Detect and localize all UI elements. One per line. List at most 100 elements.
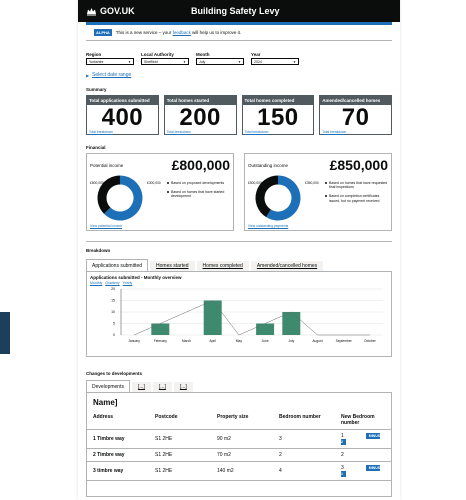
tab-homes-started[interactable]: Homes started (150, 261, 195, 271)
card-value: 400 (101, 104, 144, 131)
service-name[interactable]: Building Safety Levy (191, 6, 280, 16)
filter-month: Month July ▼ (196, 52, 244, 65)
bullet-icon (167, 182, 169, 184)
financial-title: Financial (86, 145, 106, 150)
x-tick-label: February (154, 339, 168, 343)
table-row: 1 Timbre way S1 2HE 90 m2 3 1 MINUS 2 (87, 429, 391, 449)
phase-tag: ALPHA (94, 29, 112, 36)
select-value: July (199, 59, 206, 64)
cell-postcode: S1 2HE (149, 461, 211, 481)
table-title: Name] (93, 398, 118, 407)
left-edge-strip (0, 0, 13, 500)
monthly-bar-chart: 0 5 10 15 20 January February March April May June… (111, 287, 383, 343)
tab-amended-cancelled-homes[interactable]: Amended/cancelled homes (250, 261, 324, 271)
legend-item: Based on completion certificates issued,… (325, 194, 391, 203)
developments-panel: Name] Address Postcode Property size Bed… (86, 392, 392, 497)
tab-homes-completed[interactable]: Homes completed (196, 261, 249, 271)
y-tick-label: 20 (111, 287, 115, 291)
tab-placeholder-1[interactable]: [...] (131, 382, 151, 392)
page-container: GOV.UK Building Safety Levy ALPHA This i… (78, 0, 400, 500)
month-select[interactable]: July ▼ (196, 58, 244, 65)
summary-cards: Total applications submitted 400 Total b… (78, 95, 400, 135)
tab-applications-submitted[interactable]: Applications submitted (86, 259, 149, 271)
chevron-down-icon: ▼ (128, 59, 131, 64)
x-tick-label: October (364, 339, 377, 343)
cell-address: 2 Timbre way (87, 448, 149, 462)
cell-bedrooms: 3 (273, 429, 335, 449)
panel-label: Potential income (90, 162, 124, 168)
chevron-down-icon: ▼ (183, 59, 186, 64)
tab-placeholder-2[interactable]: [...] (152, 382, 172, 392)
column-header: Postcode (149, 411, 211, 430)
filter-label: Month (196, 52, 210, 57)
legend-item: Based on proposed developments (167, 181, 233, 185)
govuk-header: GOV.UK Building Safety Levy (78, 0, 400, 22)
legend-text: Based on homes that have started develop… (171, 190, 225, 199)
x-tick-label: April (209, 339, 216, 343)
chart-link-monthly[interactable]: Monthly (90, 281, 102, 285)
breakdown-tabs: Applications submitted Homes started Hom… (86, 259, 392, 271)
chevron-down-icon: ▼ (293, 59, 296, 64)
select-value: Sheffield (144, 59, 158, 64)
donut-right-label: £300,000 (147, 181, 161, 185)
breakdown-panel: Applications submitted - Monthly overvie… (86, 271, 392, 357)
filter-label: Region (86, 52, 102, 57)
legend-text: Based on completion certificates issued,… (329, 194, 380, 203)
cell-new-bedrooms: 1 MINUS 2 (335, 429, 391, 449)
donut-legend: Based on homes that have requested final… (325, 181, 391, 208)
developments-table: Address Postcode Property size Bedroom n… (87, 411, 391, 481)
panel-amount: £800,000 (171, 157, 230, 173)
phase-text-before: This is a new service – your (115, 30, 173, 35)
card-value: 70 (341, 104, 370, 131)
x-tick-label: August (312, 339, 322, 343)
panel-header: Potential income £800,000 (90, 157, 230, 173)
cell-size: 70 m2 (211, 448, 273, 462)
tab-developments[interactable]: Developments (86, 380, 130, 392)
cell-postcode: S1 2HE (149, 448, 211, 462)
minus-badge: MINUS 2 (341, 433, 381, 445)
logo-text: GOV.UK (100, 6, 135, 16)
changes-title: Changes to developments (86, 371, 143, 376)
donut-slice (255, 175, 279, 218)
cell-size: 90 m2 (211, 429, 273, 449)
local-authority-select[interactable]: Sheffield ▼ (141, 58, 189, 65)
summary-card: Total applications submitted 400 Total b… (86, 95, 159, 135)
select-value: Yorkshire (89, 59, 104, 64)
date-range-toggle[interactable]: ▶ Select date range (78, 72, 400, 78)
summary-card: Total homes completed 150 Total breakdow… (241, 95, 315, 135)
legend-text: Based on homes that have requested final… (329, 181, 388, 190)
card-value: 150 (257, 104, 299, 131)
feedback-link[interactable]: feedback (173, 30, 191, 35)
x-tick-label: May (236, 339, 243, 343)
govuk-logo[interactable]: GOV.UK (86, 6, 191, 16)
year-select[interactable]: 2024 ▼ (251, 58, 299, 65)
column-header: Bedroom number (273, 411, 335, 430)
chevron-down-icon: ▼ (238, 59, 241, 64)
y-tick-label: 10 (111, 310, 115, 314)
cell-size: 140 m2 (211, 461, 273, 481)
cell-new-bedrooms: 3 MINUS 1 (335, 461, 391, 481)
region-select[interactable]: Yorkshire ▼ (86, 58, 134, 65)
trend-line (133, 300, 370, 336)
filter-label: Local Authority (141, 52, 174, 57)
panel-label: Outstanding income (248, 162, 289, 168)
summary-card: Amended/cancelled homes 70 Total breakdo… (319, 95, 392, 135)
date-range-link: Select date range (92, 72, 132, 78)
select-value: 2024 (254, 59, 262, 64)
x-tick-label: June (262, 339, 269, 343)
donut-left-label: £500,000 (248, 181, 262, 185)
tab-placeholder-3[interactable]: [...] (173, 382, 193, 392)
y-tick-label: 15 (111, 299, 115, 303)
panel-link[interactable]: View potential income (90, 224, 122, 228)
cell-bedrooms: 2 (273, 448, 335, 462)
chart-link-quarterly[interactable]: Quarterly (105, 281, 119, 285)
filter-year: Year 2024 ▼ (251, 52, 299, 65)
x-tick-label: January (128, 339, 140, 343)
bullet-icon (325, 182, 327, 184)
filter-region: Region Yorkshire ▼ (86, 52, 134, 65)
panel-link[interactable]: View outstanding payments (248, 224, 288, 228)
new-bedrooms-value: 2 (341, 452, 344, 458)
cell-new-bedrooms: 2 (335, 448, 391, 462)
chart-link-yearly[interactable]: Yearly (123, 281, 133, 285)
bar (256, 323, 275, 335)
